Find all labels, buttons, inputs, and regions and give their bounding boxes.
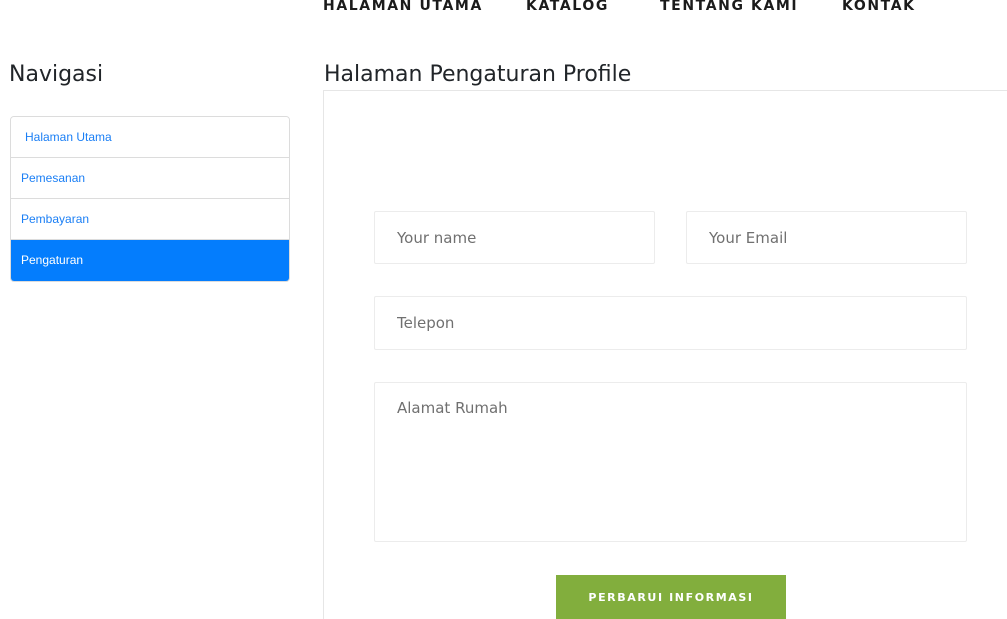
sidebar-heading: Navigasi <box>9 62 104 87</box>
phone-input[interactable] <box>374 296 967 350</box>
sidebar-item-pembayaran[interactable]: Pembayaran <box>11 199 289 240</box>
email-input[interactable] <box>686 211 967 264</box>
nav-link-about[interactable]: TENTANG KAMI <box>660 0 798 22</box>
nav-link-home[interactable]: HALAMAN UTAMA <box>323 0 483 22</box>
update-info-button[interactable]: PERBARUI INFORMASI <box>556 575 786 619</box>
name-input[interactable] <box>374 211 655 264</box>
top-navigation: HALAMAN UTAMA KATALOG TENTANG KAMI KONTA… <box>0 0 1007 22</box>
sidebar-item-halaman-utama[interactable]: Halaman Utama <box>11 117 289 158</box>
nav-link-catalog[interactable]: KATALOG <box>526 0 609 22</box>
nav-link-contact[interactable]: KONTAK <box>842 0 916 22</box>
sidebar-item-pengaturan[interactable]: Pengaturan <box>11 240 289 281</box>
page-title: Halaman Pengaturan Profile <box>324 62 632 87</box>
sidebar-menu: Halaman Utama Pemesanan Pembayaran Penga… <box>10 116 290 282</box>
sidebar-item-pemesanan[interactable]: Pemesanan <box>11 158 289 199</box>
address-textarea[interactable] <box>374 382 967 542</box>
